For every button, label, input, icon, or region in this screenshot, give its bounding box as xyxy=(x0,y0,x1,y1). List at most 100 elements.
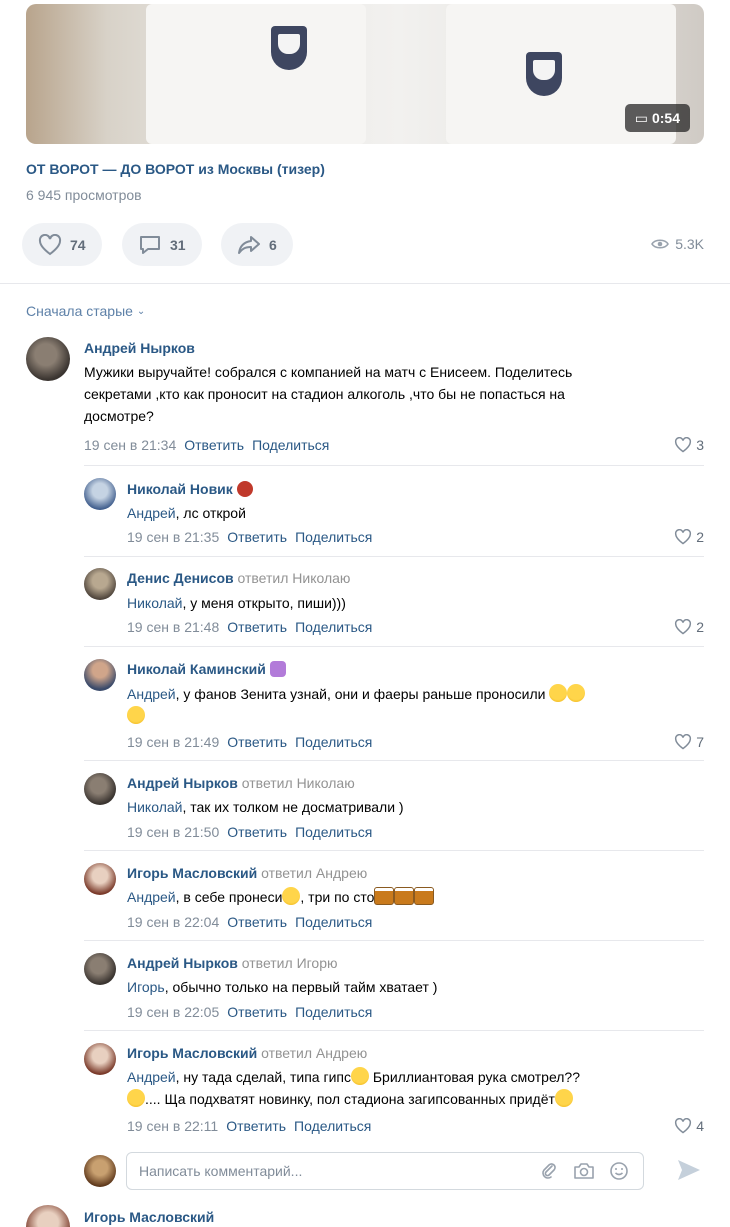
camera-icon[interactable] xyxy=(573,1161,595,1181)
comment-text: Андрей, у фанов Зенита узнай, они и фаер… xyxy=(127,683,707,727)
send-icon[interactable] xyxy=(676,1158,702,1182)
comment-date[interactable]: 19 сен в 22:11 xyxy=(127,1118,218,1134)
smile-emoji-icon xyxy=(127,1089,145,1107)
reply-link[interactable]: Ответить xyxy=(227,529,287,545)
comment-author-line: Андрей Нырков ответил Николаю xyxy=(127,775,355,791)
comment-date[interactable]: 19 сен в 21:48 xyxy=(127,619,219,635)
share-link[interactable]: Поделиться xyxy=(295,734,372,750)
laughing-emoji-icon xyxy=(127,706,145,724)
mention-link[interactable]: Андрей xyxy=(127,686,176,702)
avatar[interactable] xyxy=(84,773,116,805)
share-arrow-icon xyxy=(238,235,260,254)
avatar[interactable] xyxy=(84,953,116,985)
comment-meta: 19 сен в 21:48 Ответить Поделиться xyxy=(127,619,372,635)
comment-like-button[interactable]: 4 xyxy=(674,1118,704,1134)
heart-icon xyxy=(675,529,692,545)
reply-to-label[interactable]: ответил Николаю xyxy=(242,775,355,791)
avatar[interactable] xyxy=(84,1155,116,1187)
avatar[interactable] xyxy=(84,659,116,691)
comment-date[interactable]: 19 сен в 21:50 xyxy=(127,824,219,840)
reply-to-label[interactable]: ответил Андрею xyxy=(261,1045,367,1061)
avatar[interactable] xyxy=(84,863,116,895)
comment-date[interactable]: 19 сен в 22:05 xyxy=(127,1004,219,1020)
reply-link[interactable]: Ответить xyxy=(184,437,244,453)
comment-author[interactable]: Николай Новик xyxy=(127,481,253,497)
comment-author[interactable]: Андрей Нырков xyxy=(84,340,195,356)
mention-link[interactable]: Николай xyxy=(127,595,182,611)
avatar[interactable] xyxy=(84,568,116,600)
comment-button[interactable]: 31 xyxy=(122,223,202,266)
share-link[interactable]: Поделиться xyxy=(295,619,372,635)
comment-author[interactable]: Игорь Масловский xyxy=(84,1209,214,1225)
comment-author[interactable]: Денис Денисов xyxy=(127,570,234,586)
mention-link[interactable]: Николай xyxy=(127,799,182,815)
comment-author[interactable]: Николай Каминский xyxy=(127,661,286,677)
smile-icon[interactable] xyxy=(609,1161,629,1181)
reply-to-label[interactable]: ответил Андрею xyxy=(261,865,367,881)
paperclip-icon[interactable] xyxy=(539,1161,559,1181)
total-views: 5.3K xyxy=(651,236,704,252)
comment-icon xyxy=(140,235,160,254)
grimace-emoji-icon xyxy=(350,1067,369,1085)
share-link[interactable]: Поделиться xyxy=(295,1004,372,1020)
reply-link[interactable]: Ответить xyxy=(227,824,287,840)
video-views: 6 945 просмотров xyxy=(26,187,142,203)
divider xyxy=(84,760,704,761)
reply-link[interactable]: Ответить xyxy=(227,734,287,750)
comment-like-button[interactable]: 3 xyxy=(674,437,704,453)
comment-like-button[interactable]: 2 xyxy=(674,529,704,545)
sticker-badge-icon xyxy=(269,661,286,677)
avatar[interactable] xyxy=(26,337,70,381)
reply-link[interactable]: Ответить xyxy=(227,1004,287,1020)
comment-meta: 19 сен в 22:04 Ответить Поделиться xyxy=(127,914,372,930)
video-thumbnail[interactable]: ▭ 0:54 xyxy=(26,4,704,144)
comment-author[interactable]: Игорь Масловский xyxy=(127,865,257,881)
reply-link[interactable]: Ответить xyxy=(226,1118,286,1134)
reply-link[interactable]: Ответить xyxy=(227,914,287,930)
comment-date[interactable]: 19 сен в 21:34 xyxy=(84,437,176,453)
reply-to-label[interactable]: ответил Игорю xyxy=(242,955,338,971)
share-button[interactable]: 6 xyxy=(221,223,293,266)
comment-compose: Написать комментарий... xyxy=(0,1150,730,1194)
divider xyxy=(0,283,730,284)
comment-author[interactable]: Андрей Нырков xyxy=(127,775,238,791)
reply-to-label[interactable]: ответил Николаю xyxy=(238,570,351,586)
comment-meta: 19 сен в 21:49 Ответить Поделиться xyxy=(127,734,372,750)
comment-input[interactable]: Написать комментарий... xyxy=(126,1152,644,1190)
avatar[interactable] xyxy=(84,1043,116,1075)
avatar[interactable] xyxy=(84,478,116,510)
comment-meta: 19 сен в 21:35 Ответить Поделиться xyxy=(127,529,372,545)
share-link[interactable]: Поделиться xyxy=(295,824,372,840)
mention-link[interactable]: Андрей xyxy=(127,1069,176,1085)
comment-date[interactable]: 19 сен в 21:49 xyxy=(127,734,219,750)
reply-link[interactable]: Ответить xyxy=(227,619,287,635)
comment-like-button[interactable]: 2 xyxy=(674,619,704,635)
tears-of-joy-emoji-icon xyxy=(554,1089,573,1107)
sort-dropdown[interactable]: Сначала старые ⌄ xyxy=(26,303,145,319)
mention-link[interactable]: Андрей xyxy=(127,505,176,521)
comment-author-line: Игорь Масловский ответил Андрею xyxy=(127,865,367,881)
comment-author[interactable]: Андрей Нырков xyxy=(127,955,238,971)
share-link[interactable]: Поделиться xyxy=(295,914,372,930)
divider xyxy=(84,646,704,647)
comment-date[interactable]: 19 сен в 21:35 xyxy=(127,529,219,545)
comment-author[interactable]: Игорь Масловский xyxy=(127,1045,257,1061)
comment-text: Николай, так их толком не досматривали ) xyxy=(127,799,404,815)
laughing-emoji-icon xyxy=(549,684,568,702)
heart-icon xyxy=(675,734,692,750)
share-link[interactable]: Поделиться xyxy=(295,529,372,545)
share-link[interactable]: Поделиться xyxy=(252,437,329,453)
divider xyxy=(84,465,704,466)
whisky-glass-icon xyxy=(374,887,395,905)
comment-author-line: Игорь Масловский ответил Андрею xyxy=(127,1045,367,1061)
share-link[interactable]: Поделиться xyxy=(294,1118,371,1134)
comment-like-button[interactable]: 7 xyxy=(674,734,704,750)
mention-link[interactable]: Андрей xyxy=(127,889,176,905)
like-button[interactable]: 74 xyxy=(22,223,102,266)
club-crest-icon xyxy=(526,52,562,96)
comment-date[interactable]: 19 сен в 22:04 xyxy=(127,914,219,930)
mention-link[interactable]: Игорь xyxy=(127,979,165,995)
avatar[interactable] xyxy=(26,1205,70,1227)
video-title[interactable]: ОТ ВОРОТ — ДО ВОРОТ из Москвы (тизер) xyxy=(26,161,325,177)
club-crest-icon xyxy=(271,26,307,70)
